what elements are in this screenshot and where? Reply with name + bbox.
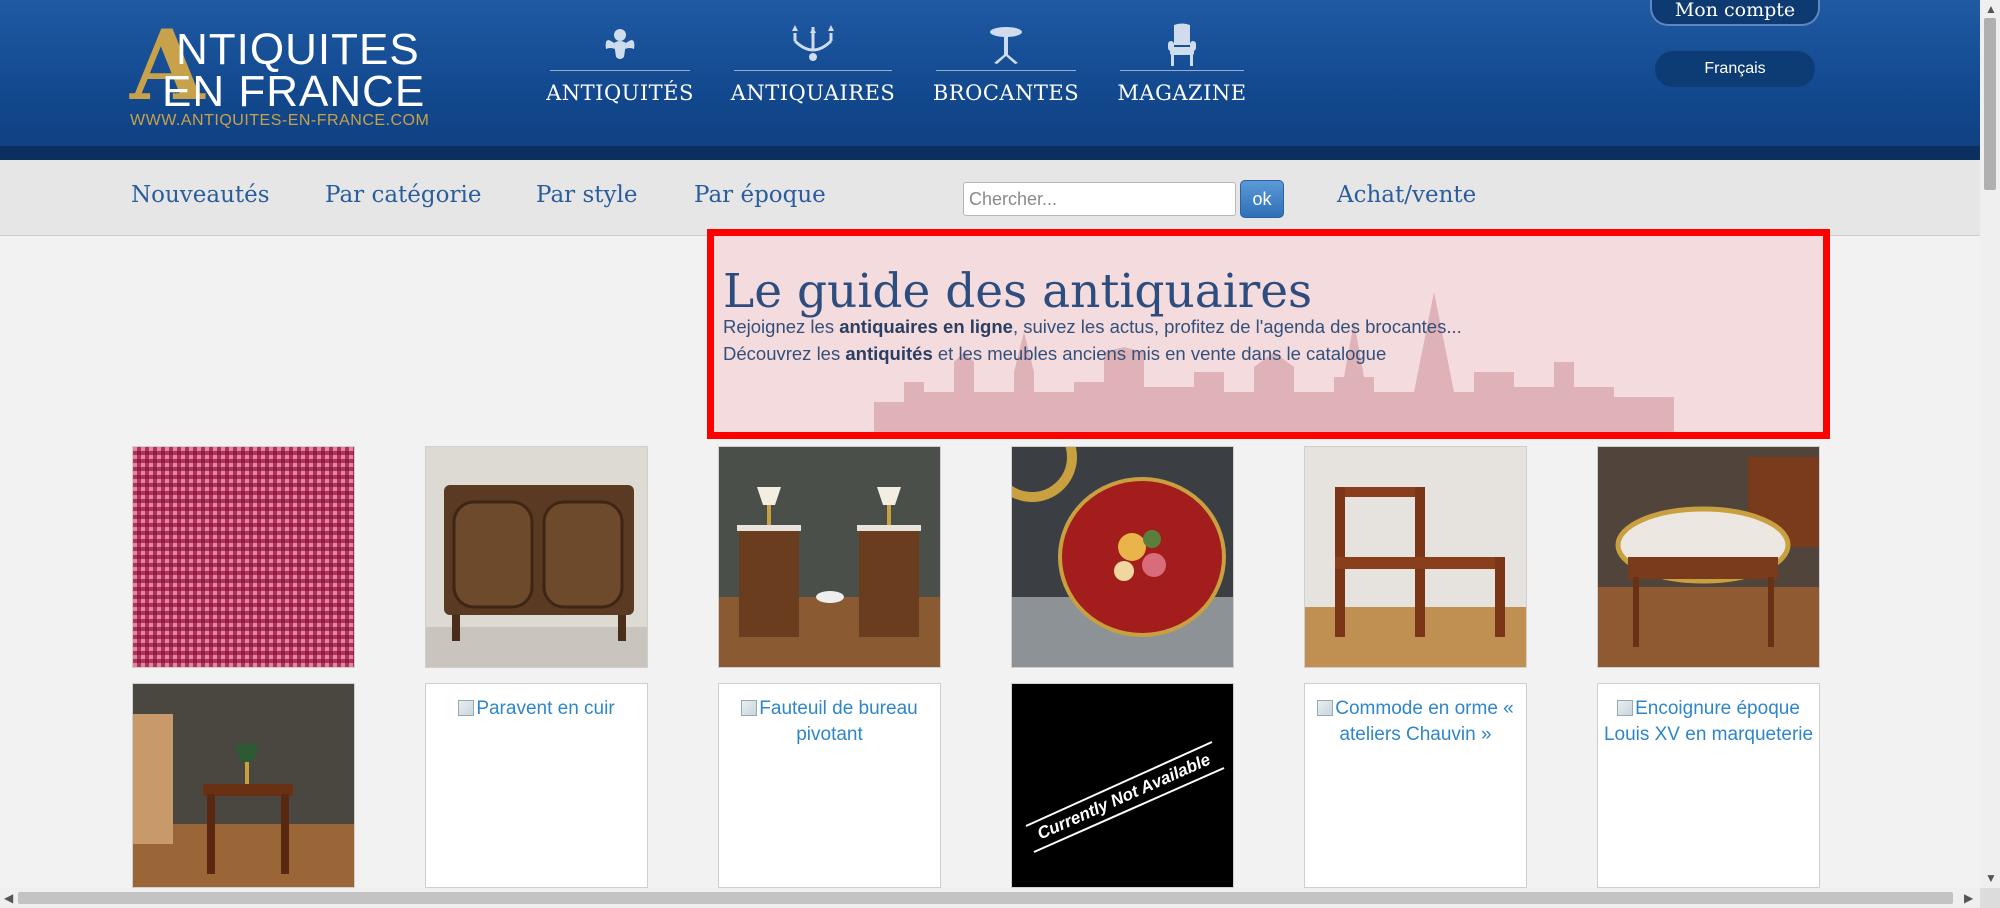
subnav-achat-vente[interactable]: Achat/vente (1337, 182, 1476, 208)
product-thumbnail-marble-table[interactable] (1597, 446, 1820, 668)
cherub-icon (590, 22, 650, 68)
scrollbar-corner (1980, 888, 2000, 908)
alt-label: Encoignure époque Louis XV en marqueteri… (1603, 698, 1814, 745)
main-nav: ANTIQUITÉS ANTIQUAIRES BROCANTES MAGAZIN… (546, 22, 1247, 112)
product-thumbnail-buffet[interactable] (425, 446, 648, 668)
nav-brocantes[interactable]: BROCANTES (932, 22, 1080, 112)
armchair-icon (1152, 22, 1212, 68)
hero-text: Découvrez les (723, 343, 846, 364)
marble-table-photo (1598, 447, 1819, 667)
subnav-par-style[interactable]: Par style (536, 182, 637, 208)
chandelier-icon (783, 22, 843, 68)
vertical-scrollbar[interactable]: ▲ ▼ (1980, 0, 2000, 888)
nav-rule (936, 70, 1076, 71)
nav-label: ANTIQUITÉS (546, 81, 694, 105)
logo-text-line2: EN FRANCE (162, 67, 426, 116)
nav-rule (1120, 70, 1244, 71)
hero-banner: Le guide des antiquaires Rejoignez les a… (707, 229, 1830, 439)
broken-image-icon (1317, 700, 1334, 716)
search-button[interactable]: ok (1240, 180, 1284, 218)
nav-rule (734, 70, 892, 71)
account-button[interactable]: Mon compte (1650, 0, 1820, 26)
alt-label: Paravent en cuir (476, 698, 615, 719)
vertical-scrollbar-thumb[interactable] (1984, 18, 1996, 190)
broken-image-icon (458, 700, 475, 716)
nav-label: ANTIQUAIRES (730, 81, 896, 105)
logo-text-line1: NTIQUITES (176, 25, 420, 74)
nav-antiquites[interactable]: ANTIQUITÉS (546, 22, 693, 112)
horizontal-scrollbar[interactable]: ◀ ▶ (0, 888, 1980, 908)
subnav-nouveautes[interactable]: Nouveautés (131, 182, 270, 208)
search-input[interactable] (963, 182, 1236, 216)
subnav-par-epoque[interactable]: Par époque (694, 182, 826, 208)
product-thumbnail-library-steps[interactable] (1304, 446, 1527, 668)
nav-label: BROCANTES (932, 81, 1080, 105)
side-table-photo (133, 684, 354, 887)
alt-label: Fauteuil de bureau pivotant (759, 698, 918, 745)
nightstands-photo (719, 447, 940, 667)
image-alt-text[interactable]: Paravent en cuir (426, 696, 647, 722)
hero-text: , suivez les actus, profitez de l'agenda… (1012, 316, 1462, 337)
image-alt-text[interactable]: Commode en orme « ateliers Chauvin » (1305, 696, 1526, 748)
product-thumbnail-encoignure[interactable]: Encoignure époque Louis XV en marqueteri… (1597, 683, 1820, 888)
scroll-left-arrow-icon[interactable]: ◀ (4, 892, 13, 904)
product-thumbnail-fauteuil[interactable]: Fauteuil de bureau pivotant (718, 683, 941, 888)
site-logo[interactable]: A NTIQUITES EN FRANCE WWW.ANTIQUITES-EN-… (130, 18, 450, 134)
nav-label: MAGAZINE (1117, 81, 1247, 105)
hero-text-bold[interactable]: antiquaires en ligne (839, 316, 1013, 337)
scroll-down-arrow-icon[interactable]: ▼ (1985, 872, 1997, 884)
fabric-photo (133, 447, 354, 667)
not-available-placeholder: Currently Not Available (1012, 684, 1233, 887)
subnav-par-categorie[interactable]: Par catégorie (325, 182, 481, 208)
scroll-right-arrow-icon[interactable]: ▶ (1964, 892, 1973, 904)
horizontal-scrollbar-thumb[interactable] (18, 892, 1953, 904)
site-header: A NTIQUITES EN FRANCE WWW.ANTIQUITES-EN-… (0, 0, 1980, 160)
hero-text-line2: Découvrez les antiquités et les meubles … (723, 343, 1386, 365)
broken-image-icon (1617, 700, 1634, 716)
tray-photo (1012, 447, 1233, 667)
image-alt-text[interactable]: Fauteuil de bureau pivotant (719, 696, 940, 748)
hero-text: et les meubles anciens mis en vente dans… (932, 343, 1387, 364)
nav-antiquaires[interactable]: ANTIQUAIRES (731, 22, 895, 112)
alt-label: Commode en orme « ateliers Chauvin » (1335, 698, 1514, 745)
product-thumbnail-commode[interactable]: Commode en orme « ateliers Chauvin » (1304, 683, 1527, 888)
header-divider (0, 146, 1980, 160)
pedestal-table-icon (976, 22, 1036, 68)
hero-text-line1: Rejoignez les antiquaires en ligne, suiv… (723, 316, 1462, 338)
product-thumbnail-side-table[interactable] (132, 683, 355, 888)
library-steps-photo (1305, 447, 1526, 667)
nav-magazine[interactable]: MAGAZINE (1117, 22, 1247, 112)
nav-rule (550, 70, 690, 71)
product-thumbnail-fabric[interactable] (132, 446, 355, 668)
image-alt-text[interactable]: Encoignure époque Louis XV en marqueteri… (1598, 696, 1819, 748)
product-thumbnail-tray[interactable] (1011, 446, 1234, 668)
language-select[interactable]: Français (1655, 51, 1815, 87)
hero-text-bold[interactable]: antiquités (845, 343, 932, 364)
hero-title: Le guide des antiquaires (723, 264, 1313, 319)
secondary-nav: Nouveautés Par catégorie Par style Par é… (0, 160, 1980, 236)
product-thumbnail-not-available[interactable]: Currently Not Available (1011, 683, 1234, 888)
product-thumbnail-paravent[interactable]: Paravent en cuir (425, 683, 648, 888)
broken-image-icon (741, 700, 758, 716)
logo-url: WWW.ANTIQUITES-EN-FRANCE.COM (130, 112, 430, 129)
scroll-up-arrow-icon[interactable]: ▲ (1985, 3, 1997, 15)
hero-text: Rejoignez les (723, 316, 840, 337)
buffet-photo (426, 447, 647, 667)
product-thumbnail-nightstands[interactable] (718, 446, 941, 668)
